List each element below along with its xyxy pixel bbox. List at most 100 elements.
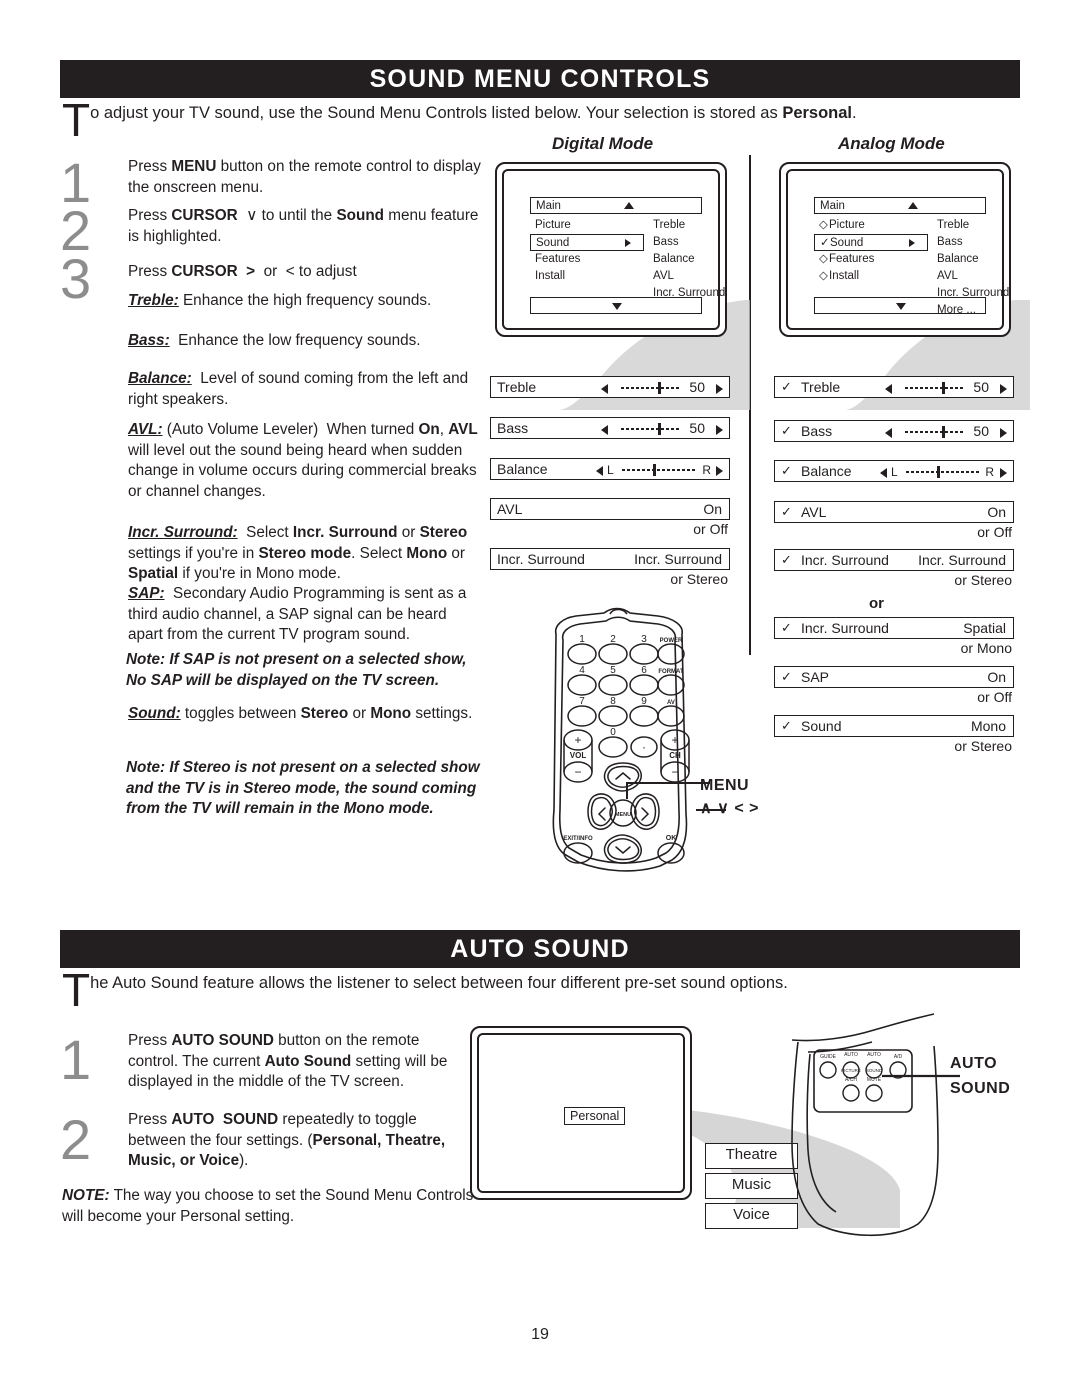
- arrow-left-icon-bass[interactable]: [601, 425, 608, 435]
- onscreen-personal-indicator: Personal: [564, 1107, 626, 1125]
- digital-bass-box[interactable]: Bass 50: [490, 417, 730, 439]
- osd-sub-balance[interactable]: Balance: [648, 251, 758, 268]
- digital-avl-box[interactable]: AVL On: [490, 498, 730, 520]
- osd-menu-header-analog: Main: [814, 197, 986, 214]
- slider-track-a-balance: [906, 471, 981, 473]
- svg-text:FORMAT: FORMAT: [658, 669, 684, 675]
- digital-balance-slider[interactable]: L R: [596, 459, 723, 481]
- osd-menu-footer-digital[interactable]: [530, 297, 702, 314]
- svg-text:AUTO: AUTO: [844, 1052, 858, 1058]
- arrow-right-icon-a-treble[interactable]: [1000, 384, 1007, 394]
- analog-incr-surround-box-2[interactable]: ✓ Incr. Surround Spatial: [774, 617, 1014, 639]
- arrow-left-icon-balance[interactable]: [596, 466, 603, 476]
- osd-item-sound-selected[interactable]: Sound: [530, 234, 644, 251]
- digital-incr-surround-alt-value: or Stereo: [670, 571, 728, 587]
- intro-text-part1: o adjust your TV sound, use the Sound Me…: [90, 104, 783, 122]
- arrow-right-icon[interactable]: [716, 384, 723, 394]
- arrow-right-icon-a-balance[interactable]: [1000, 468, 1007, 478]
- digital-bass-slider[interactable]: 50: [601, 418, 723, 440]
- osd-left-column-analog: ◇Picture ✓Sound ◇Features ◇Install: [814, 217, 928, 285]
- definition-bass: Bass: Enhance the low frequency sounds.: [128, 332, 421, 349]
- slider-knob-a-treble[interactable]: [942, 382, 945, 394]
- osd-sub-balance-analog[interactable]: Balance: [932, 251, 1042, 268]
- definition-incr-surround: Incr. Surround: Select Incr. Surround or…: [128, 524, 468, 582]
- diamond-icon-install: ◇: [819, 270, 828, 282]
- digital-incr-surround-value: Incr. Surround: [634, 551, 722, 567]
- osd-sub-avl[interactable]: AVL: [648, 268, 758, 285]
- arrow-left-icon[interactable]: [601, 384, 608, 394]
- step-2-text: Press CURSOR ∨ to until the Sound menu f…: [128, 207, 479, 245]
- check-icon-sap: ✓: [781, 669, 792, 684]
- tv-screen-inner-bezel-autosound: Personal: [477, 1033, 685, 1193]
- analog-sound-box[interactable]: ✓ Sound Mono: [774, 715, 1014, 737]
- analog-treble-slider[interactable]: 50: [885, 377, 1007, 399]
- svg-text:·: ·: [642, 740, 646, 754]
- callout-auto-label: AUTO: [950, 1055, 998, 1072]
- osd-item-features[interactable]: Features: [530, 251, 644, 268]
- analog-sap-label: SAP: [801, 669, 830, 685]
- osd-item-sound-selected-analog[interactable]: ✓Sound: [814, 234, 928, 251]
- digital-setting-avl: AVL On or Off: [490, 498, 730, 539]
- chevron-right-icon-analog: [909, 239, 915, 247]
- osd-sub-bass-analog[interactable]: Bass: [932, 234, 1042, 251]
- analog-incr-surround-value-2: Spatial: [963, 620, 1006, 636]
- osd-sub-bass[interactable]: Bass: [648, 234, 758, 251]
- slider-knob[interactable]: [658, 382, 661, 394]
- osd-item-install-analog[interactable]: ◇Install: [814, 268, 928, 285]
- analog-incr-surround-label-1: Incr. Surround: [801, 552, 889, 568]
- arrow-right-icon-bass[interactable]: [716, 425, 723, 435]
- svg-text:8: 8: [610, 696, 616, 707]
- analog-bass-value: 50: [973, 423, 989, 439]
- svg-text:1: 1: [579, 634, 585, 645]
- analog-sap-value: On: [987, 669, 1006, 685]
- analog-balance-box[interactable]: ✓ Balance L R: [774, 460, 1014, 482]
- digital-balance-box[interactable]: Balance L R: [490, 458, 730, 480]
- svg-text:AV: AV: [667, 700, 675, 706]
- osd-item-sound-label: Sound: [536, 237, 570, 249]
- analog-treble-box[interactable]: ✓ Treble 50: [774, 376, 1014, 398]
- slider-knob-balance[interactable]: [653, 464, 656, 476]
- osd-sub-treble[interactable]: Treble: [648, 217, 758, 234]
- osd-item-picture-analog[interactable]: ◇Picture: [814, 217, 928, 234]
- digital-incr-surround-box[interactable]: Incr. Surround Incr. Surround: [490, 548, 730, 570]
- svg-text:EXIT/INFO: EXIT/INFO: [563, 836, 593, 842]
- svg-text:9: 9: [641, 696, 647, 707]
- arrow-right-icon-a-bass[interactable]: [1000, 428, 1007, 438]
- digital-treble-slider[interactable]: 50: [601, 377, 723, 399]
- digital-setting-treble: Treble 50: [490, 376, 730, 398]
- osd-menu-digital: Main Picture Sound Features Install Treb…: [530, 197, 725, 314]
- auto-note-lead: NOTE:: [62, 1187, 110, 1204]
- osd-item-features-analog[interactable]: ◇Features: [814, 251, 928, 268]
- auto-sound-option-voice[interactable]: Voice: [705, 1203, 798, 1229]
- analog-sap-box[interactable]: ✓ SAP On: [774, 666, 1014, 688]
- chevron-down-icon: [612, 303, 622, 310]
- slider-knob-a-balance[interactable]: [937, 466, 940, 478]
- slider-knob-a-bass[interactable]: [942, 426, 945, 438]
- intro-text-bold: Personal: [782, 104, 853, 122]
- arrow-left-icon-a-balance[interactable]: [880, 468, 887, 478]
- analog-avl-box[interactable]: ✓ AVL On: [774, 501, 1014, 523]
- auto-sound-option-theatre[interactable]: Theatre: [705, 1143, 798, 1169]
- osd-sub-treble-analog[interactable]: Treble: [932, 217, 1042, 234]
- analog-bass-box[interactable]: ✓ Bass 50: [774, 420, 1014, 442]
- digital-setting-bass: Bass 50: [490, 417, 730, 439]
- auto-note-body: The way you choose to set the Sound Menu…: [62, 1187, 474, 1225]
- osd-menu-footer-analog[interactable]: [814, 297, 986, 314]
- osd-left-column-digital: Picture Sound Features Install: [530, 217, 644, 285]
- arrow-right-icon-balance[interactable]: [716, 466, 723, 476]
- slider-knob-bass[interactable]: [658, 423, 661, 435]
- osd-item-picture[interactable]: Picture: [530, 217, 644, 234]
- check-icon-bass: ✓: [781, 423, 792, 438]
- arrow-left-icon-a-bass[interactable]: [885, 428, 892, 438]
- osd-item-install[interactable]: Install: [530, 268, 644, 285]
- digital-treble-box[interactable]: Treble 50: [490, 376, 730, 398]
- analog-incr-surround-box-1[interactable]: ✓ Incr. Surround Incr. Surround: [774, 549, 1014, 571]
- analog-bass-slider[interactable]: 50: [885, 421, 1007, 443]
- osd-sub-avl-analog[interactable]: AVL: [932, 268, 1042, 285]
- analog-setting-incr-surround-stereo: ✓ Incr. Surround Incr. Surround or Stere…: [774, 549, 1014, 590]
- svg-text:OK: OK: [666, 835, 677, 842]
- auto-sound-option-music[interactable]: Music: [705, 1173, 798, 1199]
- auto-sound-note: NOTE: The way you choose to set the Soun…: [62, 1186, 482, 1227]
- analog-balance-slider[interactable]: L R: [880, 461, 1007, 483]
- arrow-left-icon-a-treble[interactable]: [885, 384, 892, 394]
